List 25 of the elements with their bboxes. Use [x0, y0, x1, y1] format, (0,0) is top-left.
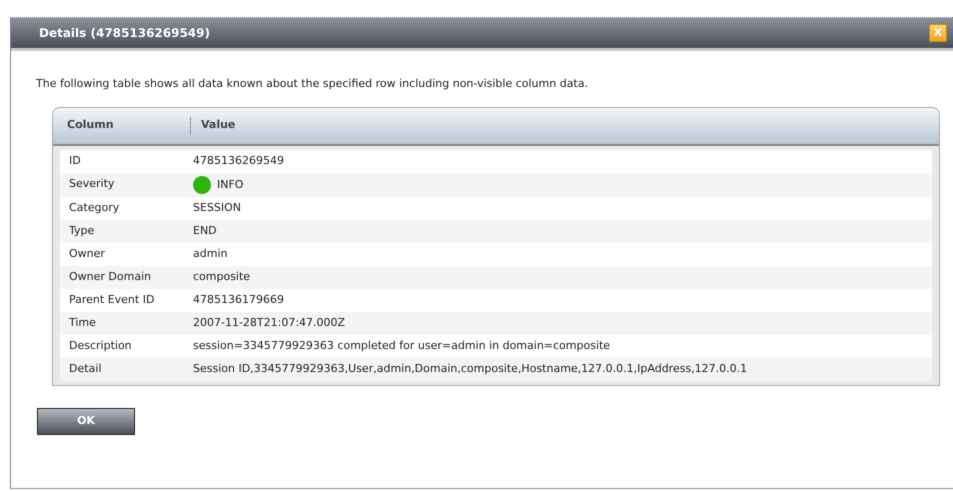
- intro-text: The following table shows all data known about the specified row including non-visible column data.: [36, 76, 589, 92]
- row-value: INFO: [217, 177, 244, 190]
- row-label: Detail: [68, 360, 102, 376]
- row-value: session=3345779929363 completed for user=admin in domain=composite: [193, 338, 612, 354]
- row-label: Parent Event ID: [68, 292, 156, 308]
- column-header: Column: [53, 117, 191, 134]
- row-label: Owner: [68, 246, 106, 262]
- row-value: 4785136179669: [193, 292, 285, 308]
- row-label: ID: [68, 152, 82, 168]
- row-label: Type: [68, 222, 96, 238]
- row-value: SESSION: [193, 200, 242, 216]
- row-label: Owner Domain: [68, 268, 152, 284]
- row-label: Severity: [68, 176, 116, 192]
- row-label: Category: [68, 200, 120, 216]
- row-value: Session ID,3345779929363,User,admin,Domain,composite,Hostname,127.0.0.1,IpAddress,127.0.0.1: [193, 360, 748, 376]
- ok-button[interactable]: OK: [37, 408, 135, 434]
- row-value: 4785136269549: [193, 152, 285, 168]
- row-value: END: [193, 222, 218, 238]
- row-label: Time: [68, 314, 97, 330]
- row-label: Description: [68, 338, 133, 354]
- row-value: composite: [193, 268, 252, 284]
- row-value: admin: [193, 246, 228, 262]
- dialog-title: Details (4785136269549): [39, 25, 210, 42]
- row-value: 2007-11-28T21:07:47.000Z: [193, 314, 346, 330]
- column-header: Value: [200, 117, 236, 134]
